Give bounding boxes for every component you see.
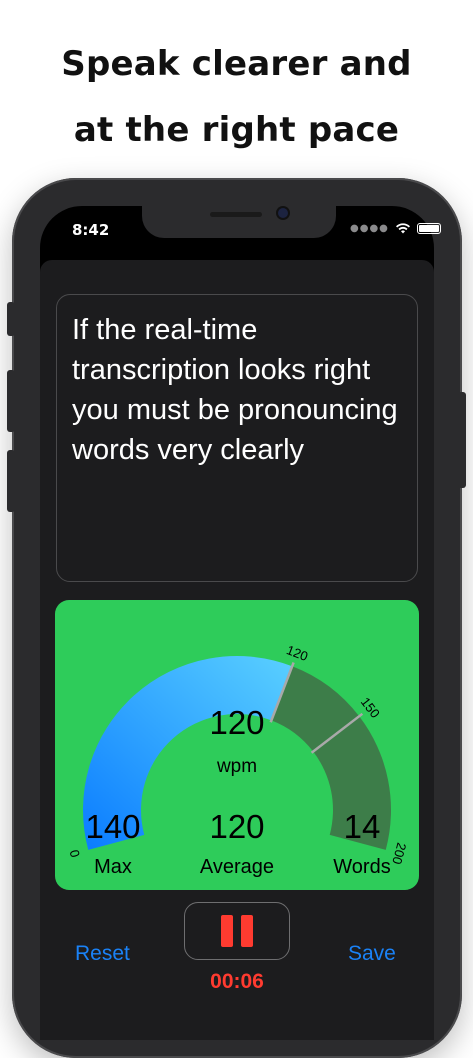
transcript-text: If the real-time transcription looks rig… xyxy=(72,314,398,466)
power-button xyxy=(458,392,466,488)
pause-icon xyxy=(221,915,233,947)
gauge-label-150: 150 xyxy=(358,695,383,721)
signal-dots-icon: ●●●● xyxy=(350,222,389,234)
max-wpm-label: Max xyxy=(94,856,132,878)
status-icons: ●●●● xyxy=(350,222,441,234)
wpm-unit-label: wpm xyxy=(216,756,258,777)
max-wpm-value: 140 xyxy=(85,808,141,845)
earpiece-speaker xyxy=(210,212,262,217)
current-wpm-value: 120 xyxy=(209,704,265,741)
gauge-label-120: 120 xyxy=(284,642,310,664)
battery-icon xyxy=(416,222,441,234)
mute-switch xyxy=(7,302,15,336)
front-camera xyxy=(278,208,288,218)
wifi-icon xyxy=(395,223,410,234)
status-time: 8:42 xyxy=(72,221,110,239)
pace-gauge: 0 120 150 200 xyxy=(66,642,409,866)
save-button[interactable]: Save xyxy=(348,942,396,966)
average-wpm-label: Average xyxy=(199,856,275,878)
headline-line-2: at the right pace xyxy=(73,110,400,150)
volume-down-button xyxy=(7,450,15,512)
pause-button[interactable] xyxy=(184,902,290,960)
word-count-label: Words xyxy=(333,856,391,878)
word-count-value: 14 xyxy=(343,808,381,845)
recording-timer: 00:06 xyxy=(210,970,264,993)
pause-icon-bar xyxy=(241,915,253,947)
volume-up-button xyxy=(7,370,15,432)
headline-line-1: Speak clearer and xyxy=(61,44,412,84)
average-wpm-value: 120 xyxy=(209,808,265,845)
reset-button[interactable]: Reset xyxy=(75,942,130,966)
notch xyxy=(142,206,336,238)
